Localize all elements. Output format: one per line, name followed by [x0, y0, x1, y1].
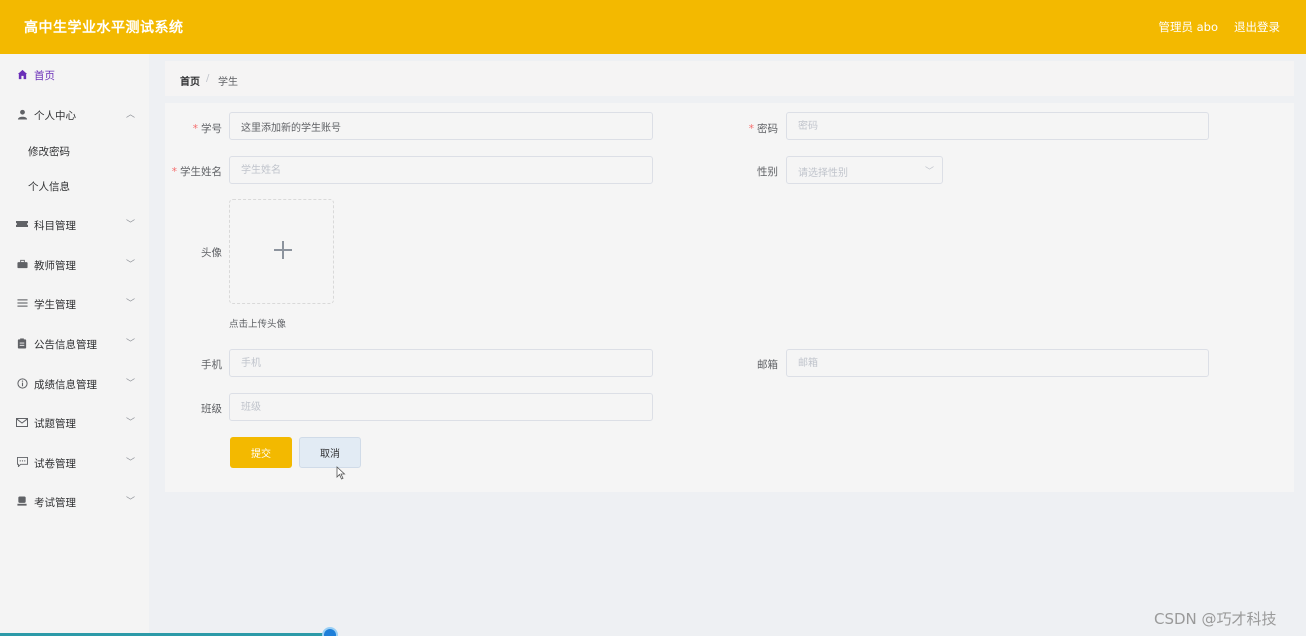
home-icon [16, 68, 28, 80]
breadcrumb-home[interactable]: 首页 [180, 73, 200, 88]
sidebar-subitem-label: 个人信息 [28, 181, 70, 193]
mouse-cursor-icon [336, 466, 346, 480]
password-input[interactable] [786, 112, 1209, 140]
chevron-up-icon: ︿ [126, 110, 136, 120]
student-id-input[interactable] [229, 112, 653, 140]
sidebar-item-home[interactable]: 首页 [0, 63, 149, 85]
phone-input[interactable] [229, 349, 653, 377]
sidebar-item-label: 试题管理 [34, 418, 76, 430]
chevron-down-icon: ﹀ [126, 260, 136, 270]
scroll-thumb[interactable] [322, 627, 338, 636]
chat-icon [16, 456, 28, 468]
avatar-upload-tip: 点击上传头像 [229, 319, 287, 330]
submit-button[interactable]: 提交 [230, 437, 292, 468]
watermark: CSDN @巧才科技 [1154, 610, 1277, 628]
breadcrumb: 首页 / 学生 [165, 61, 1294, 96]
email-label: 邮箱 [757, 359, 778, 371]
required-asterisk: * [171, 166, 177, 178]
user-icon [16, 108, 28, 120]
sidebar-item-student-management[interactable]: 学生管理 ﹀ [0, 292, 149, 314]
plus-icon [274, 241, 292, 259]
sidebar-item-label: 教师管理 [34, 260, 76, 272]
cancel-button[interactable]: 取消 [299, 437, 361, 468]
avatar-uploader[interactable] [229, 199, 334, 304]
app-title: 高中生学业水平测试系统 [24, 20, 184, 36]
gender-select-placeholder: 请选择性别 [798, 168, 848, 179]
sidebar-menu: 首页 个人中心 ︿ 修改密码 个人信息 科目管理 ﹀ 教师管理 ﹀ 学生管理 ﹀ [0, 54, 149, 636]
gender-select[interactable]: 请选择性别 ﹀ [786, 156, 943, 184]
sidebar-subitem-change-password[interactable]: 修改密码 [0, 139, 149, 161]
ticket-icon [16, 218, 28, 230]
mail-icon [16, 416, 28, 428]
sidebar-item-paper-management[interactable]: 试卷管理 ﹀ [0, 451, 149, 473]
student-name-input[interactable] [229, 156, 653, 184]
sidebar-item-label: 成绩信息管理 [34, 379, 97, 391]
email-input[interactable] [786, 349, 1209, 377]
breadcrumb-current: 学生 [218, 77, 238, 88]
sidebar-item-notice-management[interactable]: 公告信息管理 ﹀ [0, 332, 149, 354]
sidebar-item-teacher-management[interactable]: 教师管理 ﹀ [0, 253, 149, 275]
sidebar-item-label: 试卷管理 [34, 458, 76, 470]
sidebar-item-exam-management[interactable]: 考试管理 ﹀ [0, 490, 149, 512]
sidebar-item-question-management[interactable]: 试题管理 ﹀ [0, 411, 149, 433]
chevron-down-icon: ﹀ [126, 458, 136, 468]
sidebar-item-label: 考试管理 [34, 497, 76, 509]
list-icon [16, 297, 28, 309]
chevron-down-icon: ﹀ [126, 497, 136, 507]
chevron-down-icon: ﹀ [924, 167, 934, 177]
required-asterisk: * [192, 123, 198, 135]
sidebar-item-subject-management[interactable]: 科目管理 ﹀ [0, 213, 149, 235]
avatar-label: 头像 [201, 247, 222, 259]
sidebar-item-label: 科目管理 [34, 220, 76, 232]
chevron-down-icon: ﹀ [126, 220, 136, 230]
breadcrumb-separator: / [206, 73, 210, 84]
admin-user-label[interactable]: 管理员 abo [1158, 19, 1218, 35]
sidebar-item-label: 公告信息管理 [34, 339, 97, 351]
sidebar-item-label: 首页 [34, 70, 55, 82]
chevron-down-icon: ﹀ [126, 379, 136, 389]
logout-link[interactable]: 退出登录 [1234, 19, 1280, 35]
sidebar-item-label: 学生管理 [34, 299, 76, 311]
info-icon [16, 377, 28, 389]
chevron-down-icon: ﹀ [126, 299, 136, 309]
phone-label: 手机 [201, 359, 222, 371]
sidebar-item-score-management[interactable]: 成绩信息管理 ﹀ [0, 372, 149, 394]
student-name-label: * 学生姓名 [171, 166, 222, 178]
sidebar-item-personal-center[interactable]: 个人中心 ︿ [0, 103, 149, 125]
stamp-icon [16, 495, 28, 507]
sidebar-subitem-label: 修改密码 [28, 146, 70, 158]
gender-label: 性别 [757, 166, 778, 178]
required-asterisk: * [748, 123, 754, 135]
class-label: 班级 [201, 403, 222, 415]
top-header: 高中生学业水平测试系统 管理员 abo 退出登录 [0, 0, 1306, 54]
clipboard-icon [16, 337, 28, 349]
sidebar-subitem-personal-info[interactable]: 个人信息 [0, 174, 149, 196]
class-input[interactable] [229, 393, 653, 421]
student-id-label: * 学号 [192, 123, 222, 135]
password-label: * 密码 [748, 123, 778, 135]
sidebar-item-label: 个人中心 [34, 110, 76, 122]
briefcase-icon [16, 258, 28, 270]
header-user-area: 管理员 abo 退出登录 [1158, 19, 1280, 35]
chevron-down-icon: ﹀ [126, 339, 136, 349]
student-form: *学号 *密码 *学生姓名 性别 请选择性别 ﹀ 头像 点击上传头像 手机 邮箱… [165, 103, 1294, 492]
chevron-down-icon: ﹀ [126, 418, 136, 428]
